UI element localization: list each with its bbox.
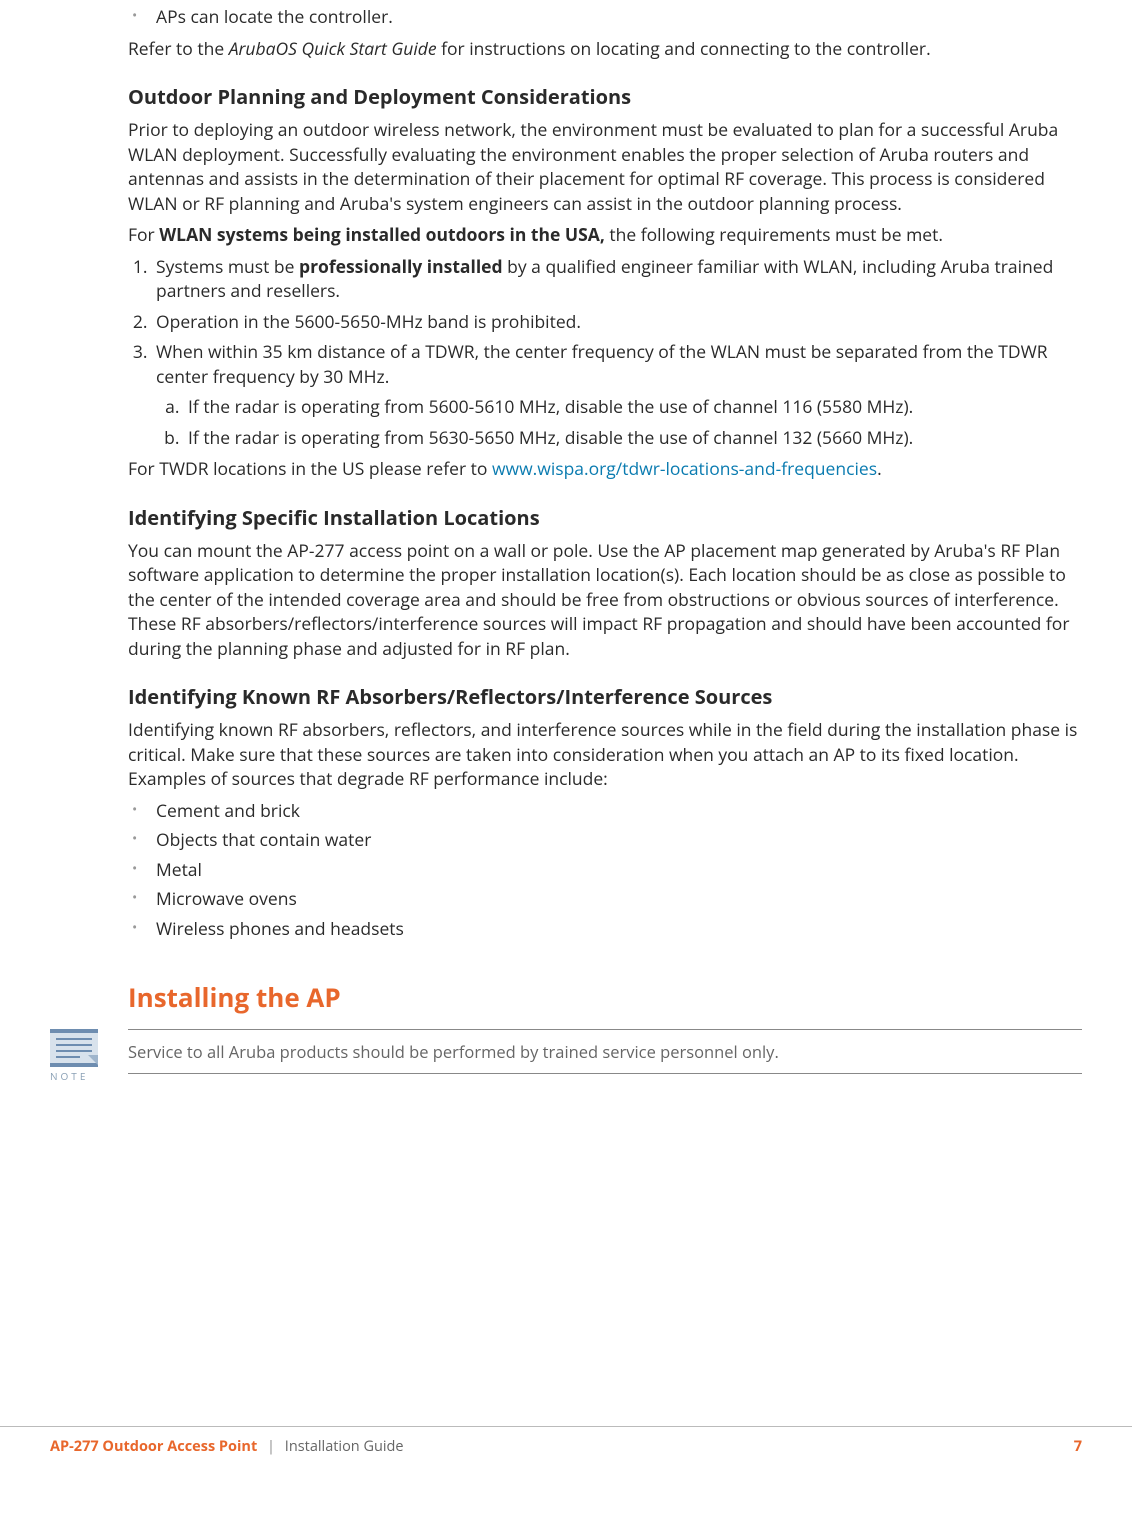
- bold-text: WLAN systems being installed outdoors in…: [159, 223, 605, 247]
- list-item: Wireless phones and headsets: [128, 917, 1082, 942]
- for-usa-requirements: For WLAN systems being installed outdoor…: [128, 223, 1082, 248]
- note-icon-wrap: NOTE: [50, 1029, 108, 1083]
- page-footer: AP-277 Outdoor Access Point | Installati…: [0, 1426, 1132, 1457]
- list-item: Metal: [128, 858, 1082, 883]
- footer-product: AP-277 Outdoor Access Point: [50, 1437, 257, 1456]
- list-item: Objects that contain water: [128, 828, 1082, 853]
- footer-page-number: 7: [1074, 1437, 1082, 1457]
- locations-para: You can mount the AP-277 access point on…: [128, 539, 1082, 662]
- list-item: If the radar is operating from 5630-5650…: [184, 426, 1082, 451]
- bold-text: professionally installed: [299, 255, 503, 279]
- rf-sources-list: Cement and brick Objects that contain wa…: [128, 799, 1082, 942]
- heading-install-locations: Identifying Specific Installation Locati…: [128, 504, 1082, 532]
- note-icon: [50, 1029, 98, 1067]
- list-item: Operation in the 5600-5650-MHz band is p…: [152, 310, 1082, 335]
- note-block: NOTE Service to all Aruba products shoul…: [50, 1029, 1082, 1083]
- text: Objects that contain water: [156, 828, 371, 852]
- top-bullet-list: APs can locate the controller.: [128, 5, 1082, 30]
- footer-doc-title: Installation Guide: [285, 1437, 404, 1456]
- list-item: Cement and brick: [128, 799, 1082, 824]
- list-item: Systems must be professionally installed…: [152, 255, 1082, 304]
- list-item: When within 35 km distance of a TDWR, th…: [152, 340, 1082, 450]
- text: the following requirements must be met.: [605, 223, 943, 247]
- sub-ordered-list: If the radar is operating from 5600-5610…: [156, 395, 1082, 450]
- list-item: If the radar is operating from 5600-5610…: [184, 395, 1082, 420]
- rf-para: Identifying known RF absorbers, reflecto…: [128, 718, 1082, 792]
- requirements-ordered-list: Systems must be professionally installed…: [128, 255, 1082, 451]
- list-item: APs can locate the controller.: [128, 5, 1082, 30]
- bullet-text: APs can locate the controller.: [156, 5, 393, 29]
- text: for instructions on locating and connect…: [437, 37, 931, 61]
- text: Metal: [156, 858, 202, 882]
- guide-title-italic: ArubaOS Quick Start Guide: [229, 37, 437, 61]
- heading-installing-ap: Installing the AP: [128, 979, 1082, 1015]
- text: Refer to the: [128, 37, 229, 61]
- text: For: [128, 223, 159, 247]
- twdr-link[interactable]: www.wispa.org/tdwr-locations-and-frequen…: [492, 457, 877, 481]
- refer-paragraph: Refer to the ArubaOS Quick Start Guide f…: [128, 37, 1082, 62]
- text: Cement and brick: [156, 799, 300, 823]
- text: Microwave ovens: [156, 887, 297, 911]
- text: When within 35 km distance of a TDWR, th…: [156, 340, 1048, 389]
- footer-left: AP-277 Outdoor Access Point | Installati…: [50, 1437, 404, 1457]
- outdoor-para: Prior to deploying an outdoor wireless n…: [128, 118, 1082, 216]
- heading-rf-sources: Identifying Known RF Absorbers/Reflector…: [128, 683, 1082, 711]
- twdr-reference: For TWDR locations in the US please refe…: [128, 457, 1082, 482]
- footer-separator: |: [267, 1437, 275, 1456]
- note-label: NOTE: [50, 1069, 108, 1083]
- text: For TWDR locations in the US please refe…: [128, 457, 492, 481]
- text: Wireless phones and headsets: [156, 917, 404, 941]
- note-text: Service to all Aruba products should be …: [128, 1029, 1082, 1074]
- text: Systems must be: [156, 255, 299, 279]
- text: .: [877, 457, 882, 481]
- list-item: Microwave ovens: [128, 887, 1082, 912]
- heading-outdoor-planning: Outdoor Planning and Deployment Consider…: [128, 83, 1082, 111]
